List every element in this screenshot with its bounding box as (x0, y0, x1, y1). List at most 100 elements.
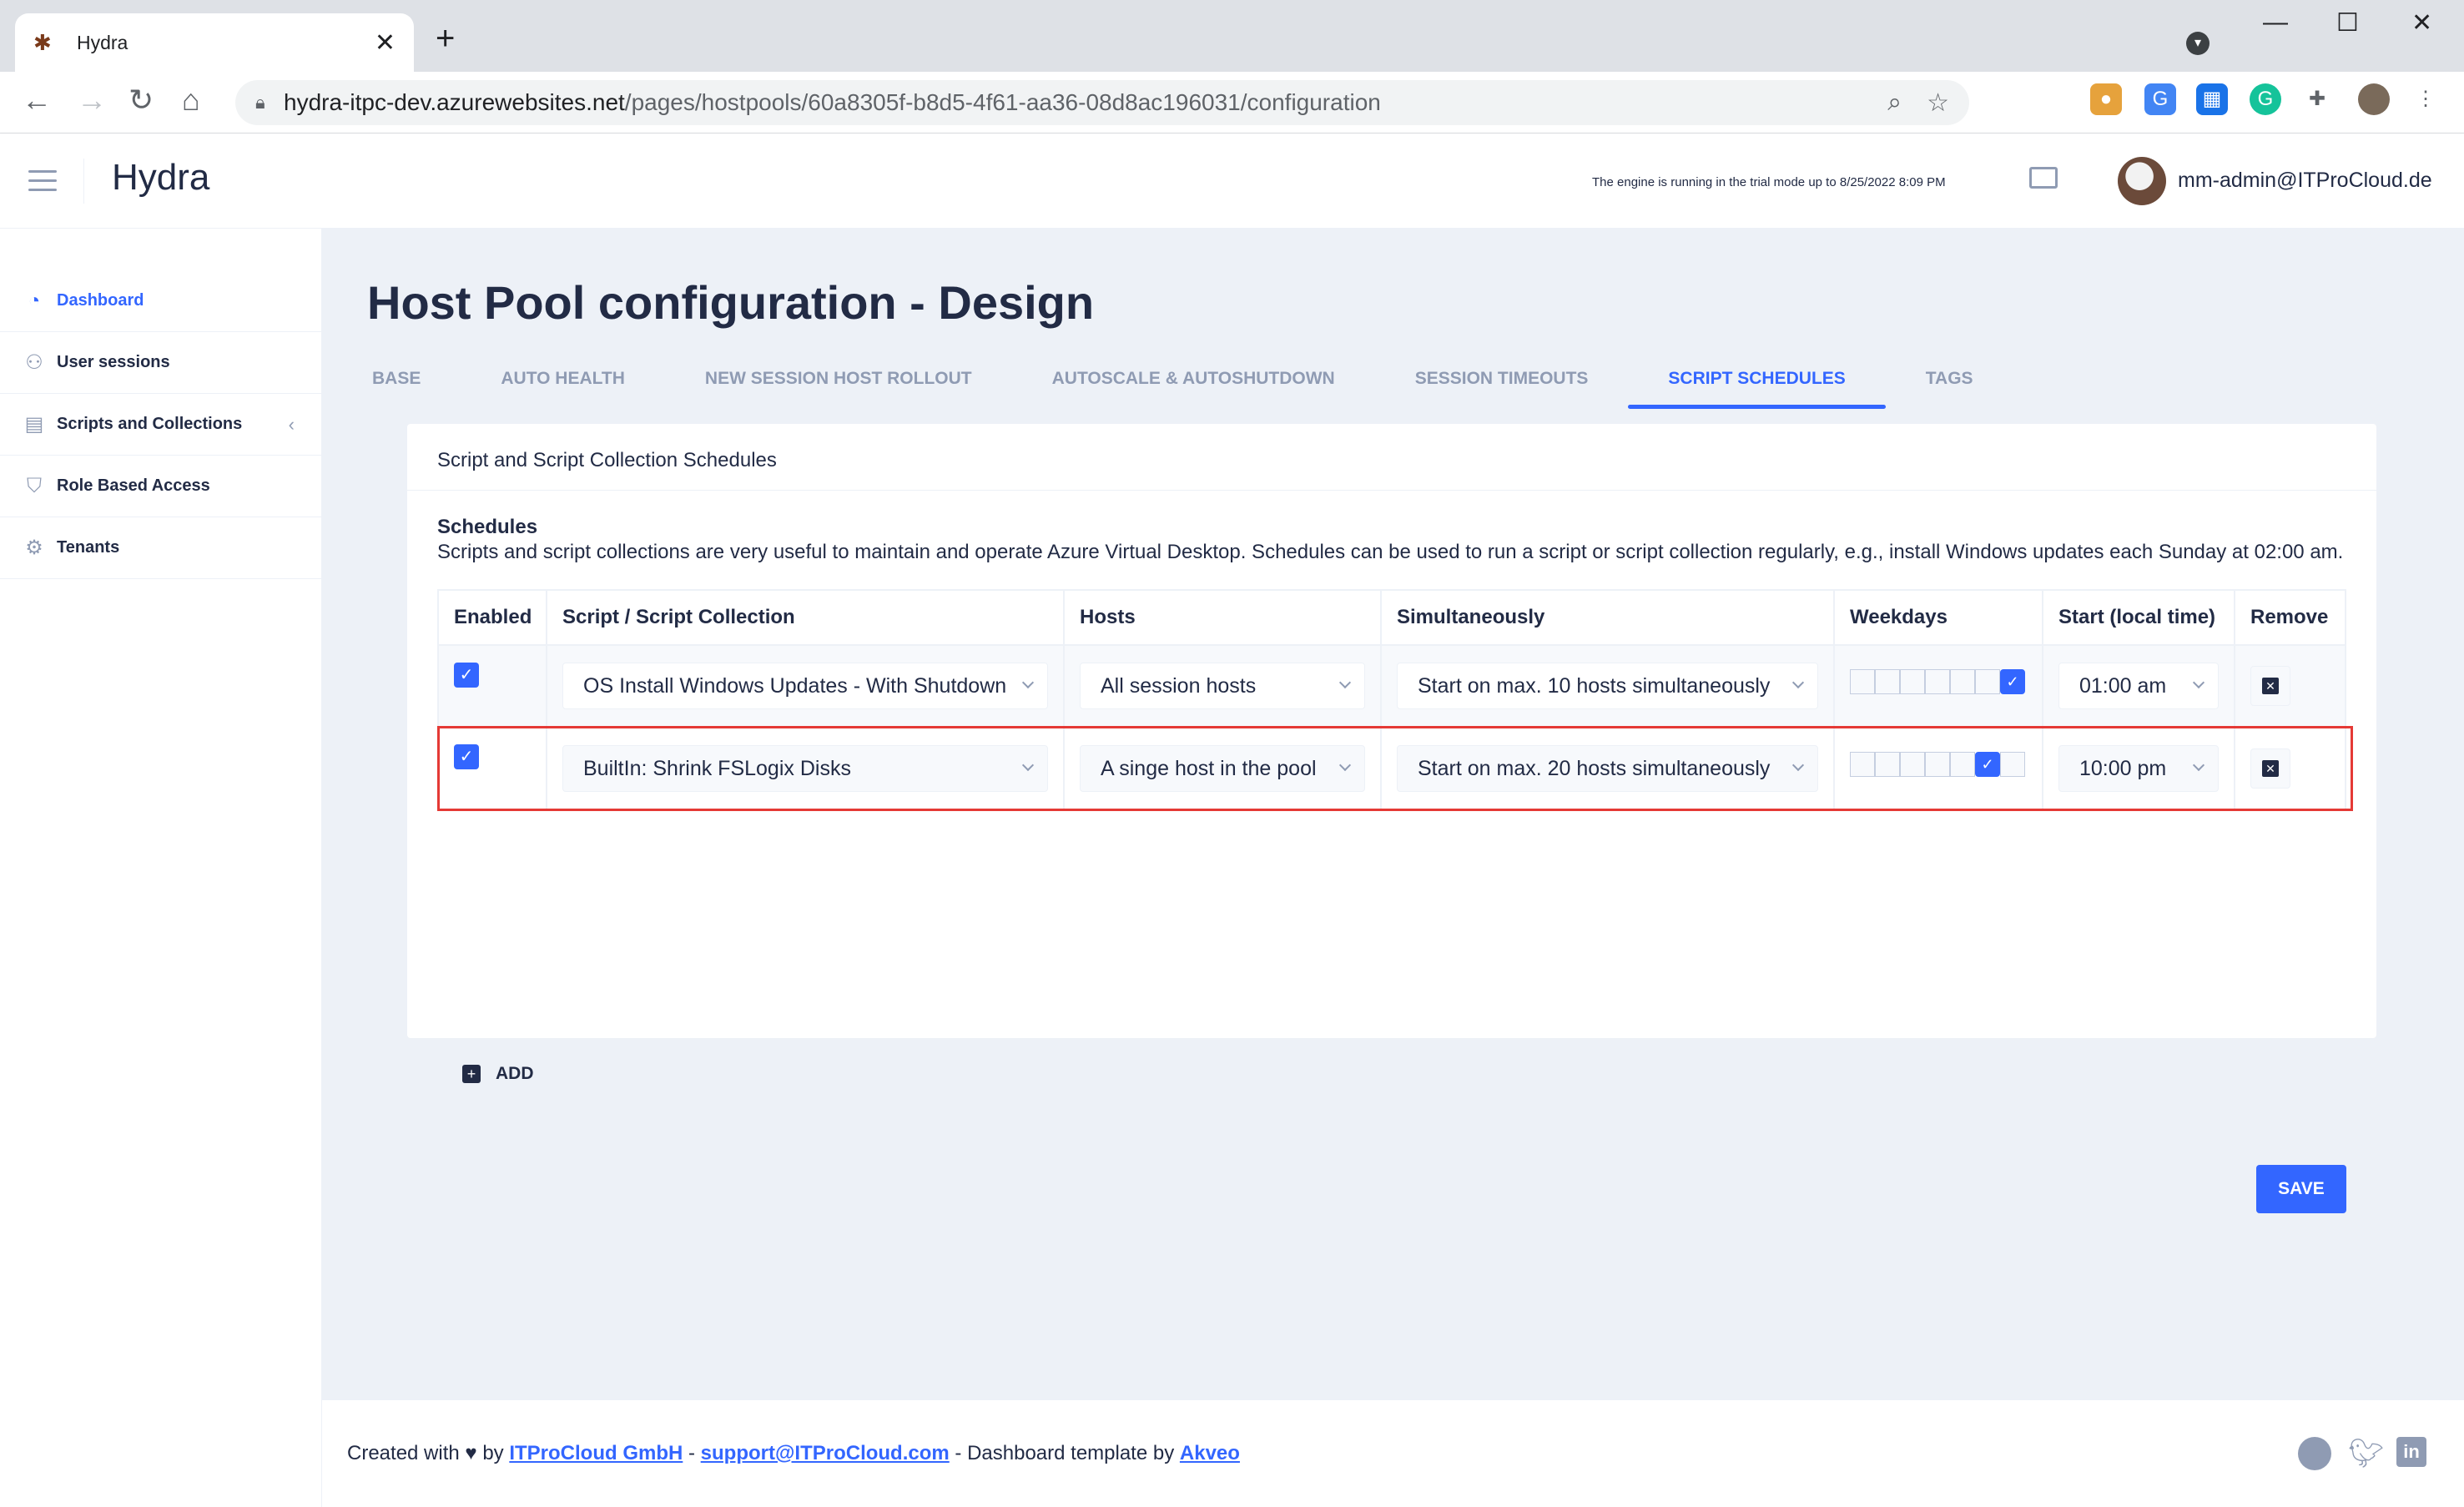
weekday-checkbox[interactable] (1900, 669, 1925, 694)
start-time-select[interactable]: 10:00 pm (2058, 745, 2219, 792)
browser-menu-icon[interactable]: ⋮ (2410, 83, 2441, 115)
tab-auto-health[interactable]: AUTO HEALTH (501, 354, 625, 407)
minimize-icon[interactable]: — (2263, 8, 2288, 37)
hosts-select[interactable]: All session hosts (1080, 663, 1365, 709)
hydra-favicon-icon: ✱ (33, 30, 52, 55)
script-select[interactable]: OS Install Windows Updates - With Shutdo… (562, 663, 1048, 709)
remove-button[interactable]: ✕ (2250, 748, 2290, 789)
tab-session-timeouts[interactable]: SESSION TIMEOUTS (1415, 354, 1589, 407)
grammarly-extension-icon[interactable]: G (2250, 83, 2281, 115)
weekday-checkbox[interactable] (1950, 669, 1975, 694)
browser-tab-strip: ✱ Hydra ✕ + ▾ — ☐ ✕ (0, 0, 2464, 72)
tab-new-session-host-rollout[interactable]: NEW SESSION HOST ROLLOUT (705, 354, 972, 407)
menu-toggle-icon[interactable] (28, 170, 57, 198)
script-select[interactable]: BuiltIn: Shrink FSLogix Disks (562, 745, 1048, 792)
maximize-icon[interactable]: ☐ (2336, 8, 2359, 38)
sidebar-item-role-based-access[interactable]: ⛉ Role Based Access (0, 456, 321, 517)
weekday-checkbox[interactable] (1925, 752, 1950, 777)
github-icon[interactable] (2298, 1437, 2331, 1470)
enabled-checkbox[interactable]: ✓ (454, 663, 479, 688)
section-title: Schedules (437, 516, 538, 538)
weekday-checkbox[interactable] (1850, 752, 1875, 777)
tab-tags[interactable]: TAGS (1926, 354, 1973, 407)
enabled-checkbox[interactable]: ✓ (454, 744, 479, 769)
new-tab-button[interactable]: + (436, 22, 455, 55)
reload-icon[interactable]: ↻ (128, 83, 154, 117)
column-header: Simultaneously (1382, 591, 1835, 644)
weekday-checkbox[interactable] (1950, 752, 1975, 777)
sidebar-item-user-sessions[interactable]: ⚇ User sessions (0, 332, 321, 394)
close-tab-icon[interactable]: ✕ (375, 28, 396, 58)
tab-script-schedules[interactable]: SCRIPT SCHEDULES (1628, 354, 1887, 409)
sidebar-item-scripts[interactable]: ▤ Scripts and Collections ‹ (0, 394, 321, 456)
browser-tab-title: Hydra (77, 31, 128, 53)
chevron-down-icon (2192, 759, 2205, 772)
tab-autoscale[interactable]: AUTOSCALE & AUTOSHUTDOWN (1052, 354, 1335, 407)
close-icon: ✕ (2262, 678, 2279, 694)
tab-search-icon[interactable]: ▾ (2186, 32, 2210, 55)
url-field[interactable]: 🔒︎ hydra-itpc-dev.azurewebsites.net/page… (235, 80, 1969, 125)
hosts-value: A singe host in the pool (1101, 756, 1317, 780)
weekdays-cell: ✓ (1835, 728, 2043, 809)
weekday-checkbox[interactable] (1875, 669, 1900, 694)
shield-icon: ⛉ (27, 474, 42, 497)
home-icon[interactable]: ⌂ (182, 83, 200, 117)
cookie-extension-icon[interactable]: ● (2090, 83, 2122, 115)
hosts-cell: All session hosts (1065, 646, 1382, 726)
forward-icon[interactable]: → (77, 83, 107, 117)
chevron-down-icon (1021, 676, 1035, 689)
start-cell: 01:00 am (2043, 646, 2235, 726)
remove-button[interactable]: ✕ (2250, 666, 2290, 706)
tab-base[interactable]: BASE (372, 354, 421, 407)
weekday-checkbox[interactable] (1925, 669, 1950, 694)
footer-text: Created with ♥ by ITProCloud GmbH - supp… (347, 1442, 1240, 1465)
weekday-checkbox[interactable]: ✓ (1975, 752, 2000, 777)
simultaneously-select[interactable]: Start on max. 20 hosts simultaneously (1397, 745, 1818, 792)
main-content: Host Pool configuration - Design BASE AU… (322, 229, 2464, 1400)
footer-separator: - (688, 1442, 695, 1464)
weekday-checkbox[interactable] (1900, 752, 1925, 777)
browser-tab[interactable]: ✱ Hydra ✕ (15, 13, 414, 72)
weekday-checkbox[interactable] (2000, 752, 2025, 777)
column-header: Start (local time) (2043, 591, 2235, 644)
avatar[interactable] (2118, 157, 2166, 205)
window-close-icon[interactable]: ✕ (2411, 8, 2432, 38)
support-email-link[interactable]: support@ITProCloud.com (701, 1442, 950, 1464)
sidebar-item-label: Dashboard (57, 291, 144, 310)
company-link[interactable]: ITProCloud GmbH (509, 1442, 683, 1464)
linkedin-icon[interactable]: in (2396, 1437, 2430, 1470)
weekday-checkbox[interactable] (1875, 752, 1900, 777)
weekday-checkbox[interactable] (1975, 669, 2000, 694)
sidebar-item-label: Tenants (57, 538, 120, 557)
twitter-icon[interactable]: 🐦︎ (2348, 1437, 2384, 1470)
simultaneously-value: Start on max. 20 hosts simultaneously (1418, 756, 1771, 780)
grid-extension-icon[interactable]: ▦ (2196, 83, 2228, 115)
back-icon[interactable]: ← (22, 83, 52, 117)
config-tabs: BASE AUTO HEALTH NEW SESSION HOST ROLLOU… (372, 354, 2053, 409)
footer: Created with ♥ by ITProCloud GmbH - supp… (322, 1400, 2464, 1507)
table-row: ✓ BuiltIn: Shrink FSLogix Disks A singe … (439, 728, 2345, 809)
simultaneously-select[interactable]: Start on max. 10 hosts simultaneously (1397, 663, 1818, 709)
zoom-icon[interactable]: ⌕ (1887, 88, 1902, 118)
folder-icon[interactable] (2029, 167, 2058, 189)
hosts-select[interactable]: A singe host in the pool (1080, 745, 1365, 792)
column-header: Script / Script Collection (547, 591, 1065, 644)
start-time-select[interactable]: 01:00 am (2058, 663, 2219, 709)
add-schedule-button[interactable]: + ADD (437, 1050, 557, 1098)
save-button[interactable]: SAVE (2256, 1165, 2346, 1213)
akveo-link[interactable]: Akveo (1180, 1442, 1240, 1464)
translate-extension-icon[interactable]: G (2144, 83, 2176, 115)
weekday-checkbox[interactable]: ✓ (2000, 669, 2025, 694)
sidebar-item-tenants[interactable]: ⚙ Tenants (0, 517, 321, 579)
column-header: Enabled (439, 591, 547, 644)
weekday-checkbox[interactable] (1850, 669, 1875, 694)
sidebar-item-dashboard[interactable]: ◔ Dashboard (0, 270, 321, 332)
user-name[interactable]: mm-admin@ITProCloud.de (2178, 169, 2432, 193)
footer-prefix: Created with ♥ by (347, 1442, 504, 1464)
extensions-puzzle-icon[interactable]: ✚ (2301, 83, 2333, 115)
profile-avatar-icon[interactable] (2358, 83, 2390, 115)
column-header: Hosts (1065, 591, 1382, 644)
bookmark-star-icon[interactable]: ☆ (1927, 88, 1949, 118)
schedules-card: Script and Script Collection Schedules S… (407, 424, 2376, 1213)
table-row: ✓ OS Install Windows Updates - With Shut… (439, 646, 2345, 728)
